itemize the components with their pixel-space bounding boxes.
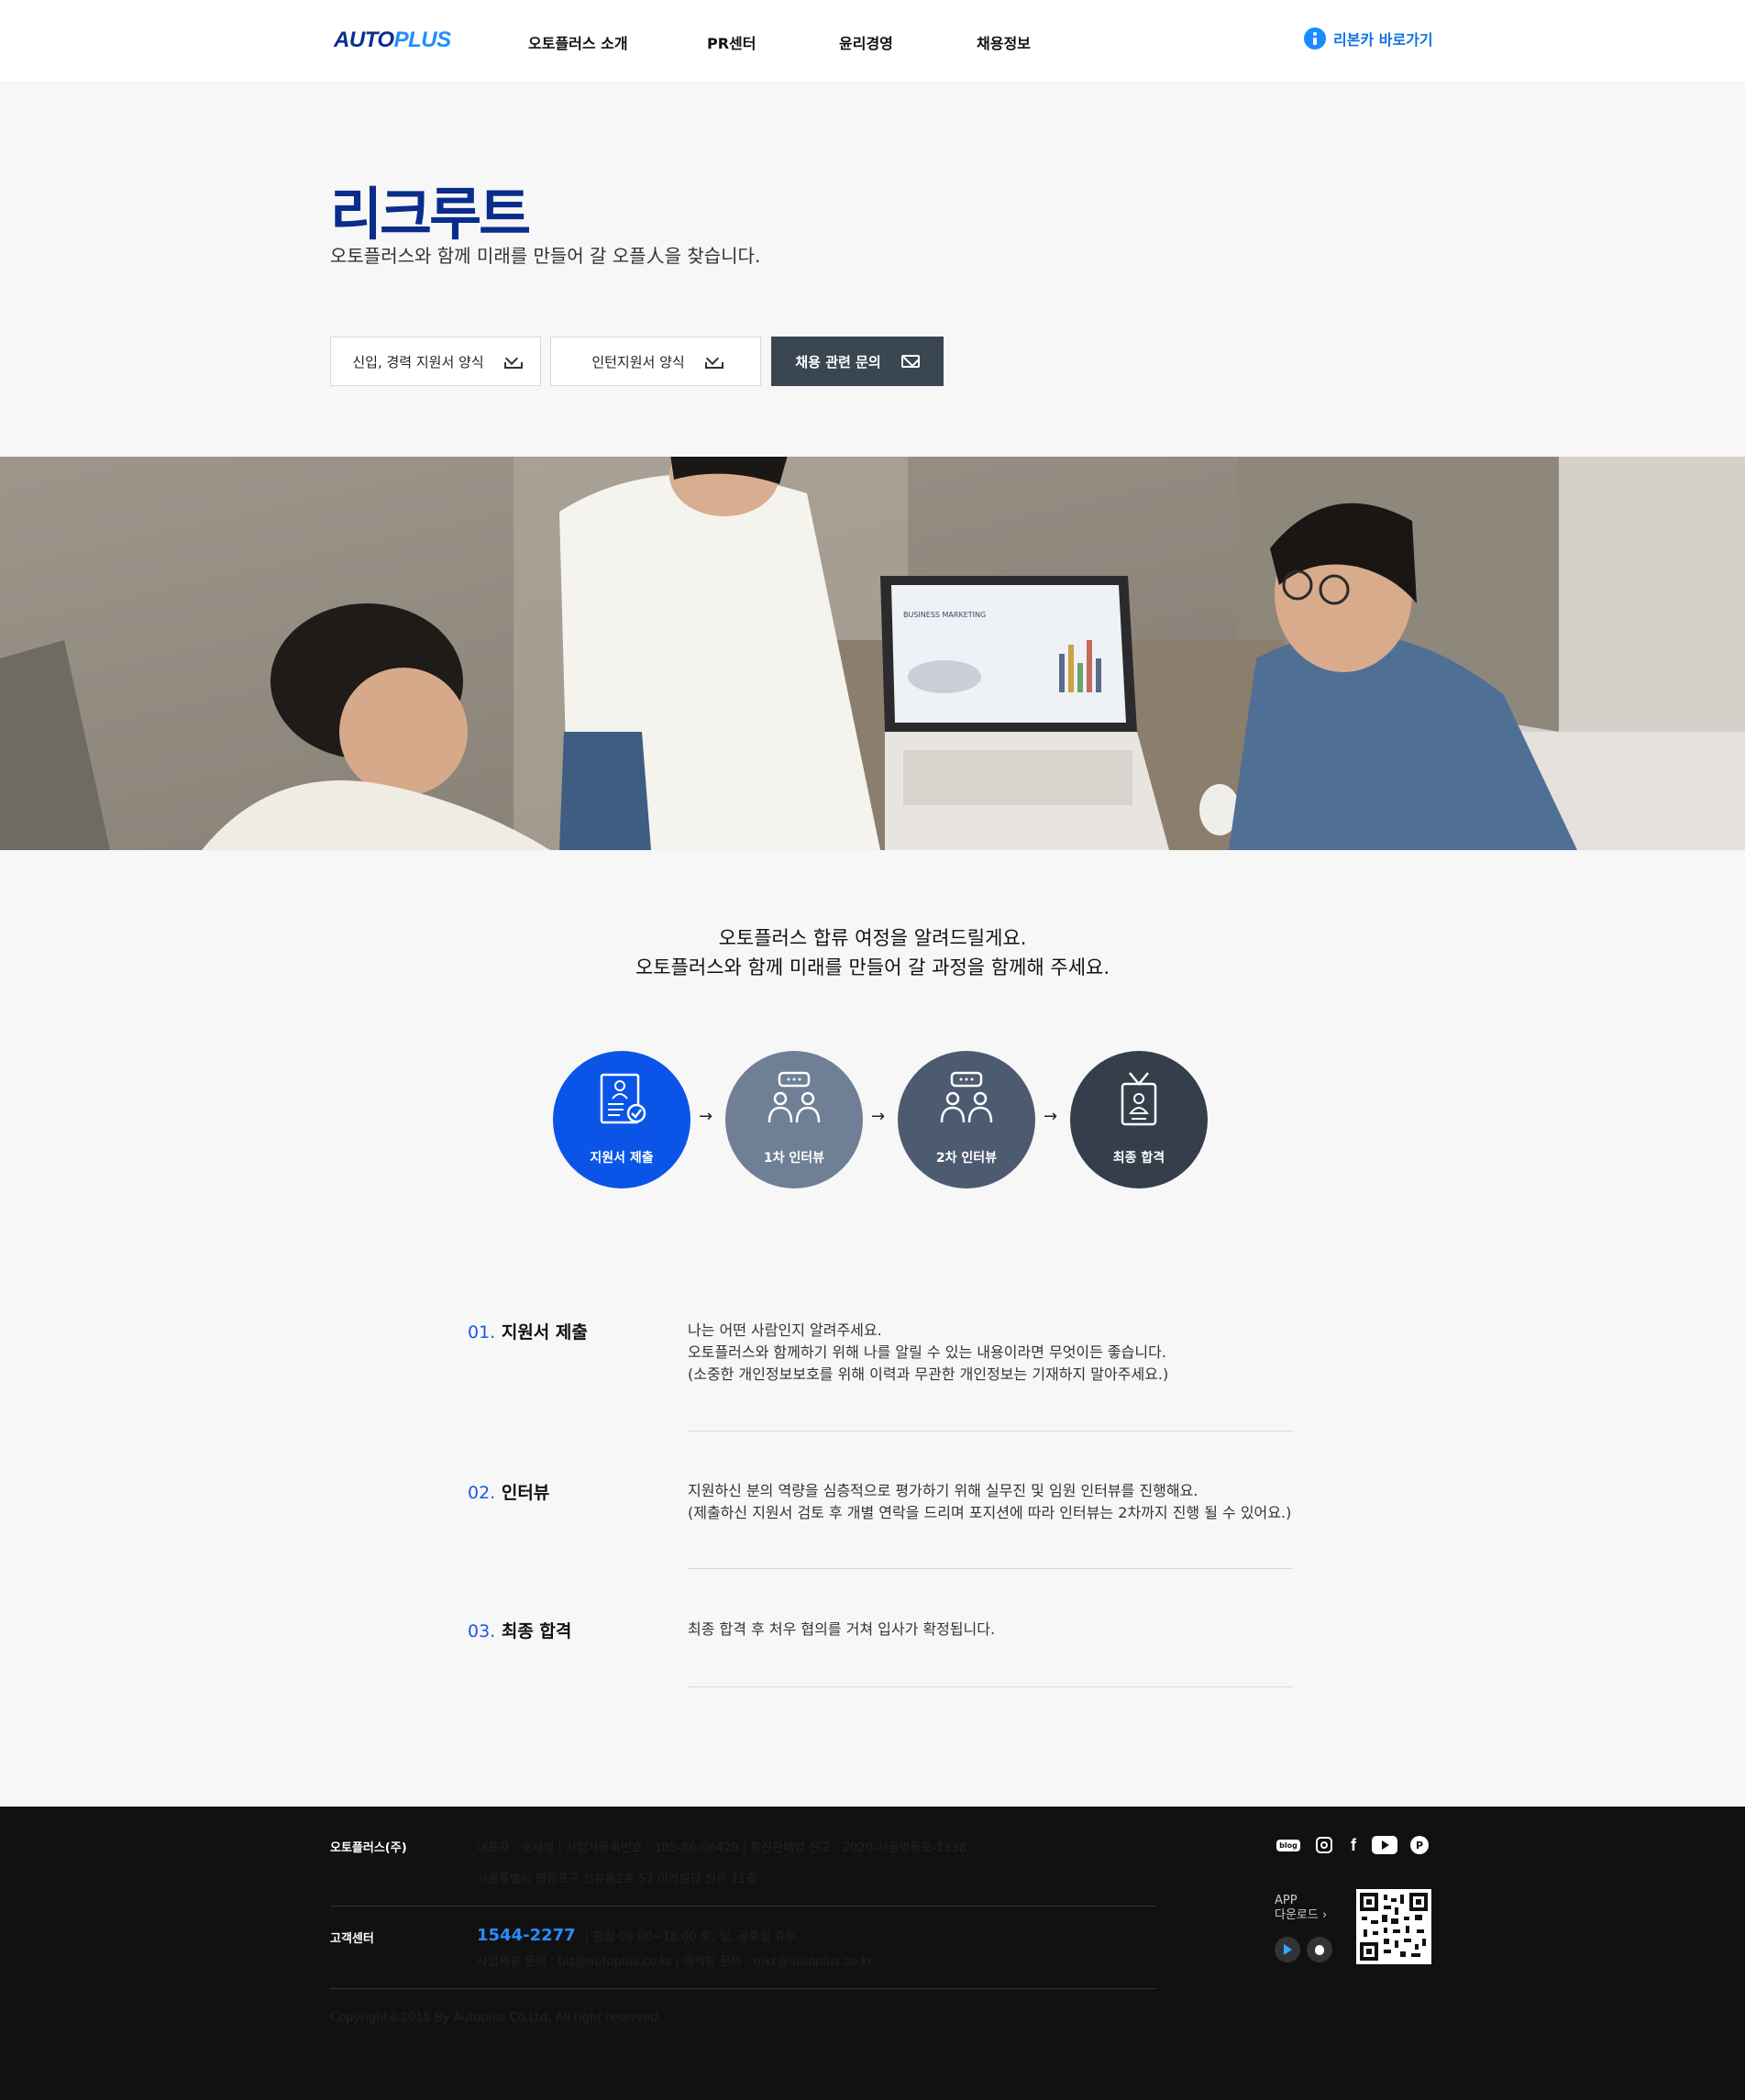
site-header: AUTOPLUS 오토플러스 소개 PR센터 윤리경영 채용정보 리본카 바로가… [0,0,1745,82]
page: AUTOPLUS 오토플러스 소개 PR센터 윤리경영 채용정보 리본카 바로가… [0,0,1745,2100]
apple-store-icon[interactable] [1307,1937,1332,1962]
interview-people-icon [940,1071,993,1123]
footer-address: 서울특별시 영등포구 선유동2로 57 이레빌딩 신관 11층 [477,1873,757,1886]
step-second-interview: 2차 인터뷰 [898,1051,1035,1188]
step-label: 2차 인터뷰 [935,1151,998,1166]
divider [688,1568,1293,1569]
footer-copyright: Copyright©2018 By Autoplus.Co.Ltd. All r… [330,2011,662,2025]
step-application: 지원서 제출 [553,1051,690,1188]
application-document-icon [600,1073,646,1124]
footer-contacts: 사업제휴 문의 : biz@autoplus.co.kr | 마케팅 문의 : … [477,1955,874,1969]
mail-icon [900,355,920,368]
autoplus-logo[interactable]: AUTOPLUS [334,28,451,53]
newcomer-form-label: 신입, 경력 지원서 양식 [352,353,484,370]
nav-item-pr[interactable]: PR센터 [707,31,757,53]
recruit-contact-label: 채용 관련 문의 [795,353,881,370]
page-subtitle: 오토플러스와 함께 미래를 만들어 갈 오플人을 찾습니다. [330,245,761,267]
nav-item-recruit[interactable]: 채용정보 [977,31,1031,53]
journey-intro-line1: 오토플러스 합류 여정을 알려드릴게요. [718,927,1027,949]
id-badge-icon [1121,1072,1157,1126]
nav-item-about[interactable]: 오토플러스 소개 [528,31,628,53]
divider [688,1686,1293,1687]
nav-item-ethics[interactable]: 윤리경영 [839,31,893,53]
footer-divider [330,1906,1155,1907]
reborn-car-label: 리본카 바로가기 [1333,31,1433,49]
detail-desc-03: 최종 합격 후 처우 협의를 거쳐 입사가 확정됩니다. [688,1620,996,1638]
step-label: 최종 합격 [1112,1151,1165,1166]
step-label: 1차 인터뷰 [763,1151,825,1166]
download-icon [503,354,523,369]
blog-icon[interactable]: blog [1276,1834,1300,1856]
footer-divider [330,1988,1155,1989]
intern-form-download-button[interactable]: 인턴지원서 양식 [550,337,761,386]
info-icon [1304,28,1326,50]
footer-company: 오토플러스(주) [330,1841,407,1855]
step-final-pass: 최종 합격 [1070,1051,1208,1188]
step-arrow: → [871,1107,886,1126]
detail-title-03: 03. 최종 합격 [468,1621,572,1641]
footer-cs-line: 1544-2277 | 평일 09:00~18:00 토, 일, 공휴일 휴무 [477,1926,797,1945]
detail-desc-02: 지원하신 분의 역량을 심층적으로 평가하기 위해 실무진 및 임원 인터뷰를 … [688,1482,1292,1521]
footer-company-info: 대표자 : 송재성 | 사업자등록번호 : 105-86-06429 | 통신판… [477,1841,966,1855]
interview-people-icon [768,1071,821,1123]
cs-hours: | 평일 09:00~18:00 토, 일, 공휴일 휴무 [584,1930,797,1944]
office-meeting-illustration: BUSINESS MARKETING [0,457,1745,850]
detail-title-01: 01. 지원서 제출 [468,1322,588,1343]
laptop-screen-text: BUSINESS MARKETING [903,611,986,619]
detail-title-02: 02. 인터뷰 [468,1483,550,1503]
google-play-icon[interactable] [1275,1937,1300,1962]
page-title: 리크루트 [330,181,531,248]
post-icon[interactable]: P [1408,1834,1430,1856]
newcomer-form-download-button[interactable]: 신입, 경력 지원서 양식 [330,337,541,386]
footer-cs-label: 고객센터 [330,1932,374,1946]
step-label: 지원서 제출 [590,1151,654,1166]
step-arrow: → [1044,1107,1058,1126]
recruit-contact-button[interactable]: 채용 관련 문의 [771,337,944,386]
facebook-icon[interactable]: f [1342,1834,1364,1856]
reborn-car-link[interactable]: 리본카 바로가기 [1304,28,1433,50]
step-first-interview: 1차 인터뷰 [725,1051,863,1188]
app-download-label[interactable]: APP 다운로드 › [1275,1894,1327,1923]
download-icon [704,354,723,369]
instagram-icon[interactable] [1313,1834,1335,1856]
step-arrow: → [699,1107,713,1126]
hero-photo: BUSINESS MARKETING [0,457,1745,850]
cs-phone[interactable]: 1544-2277 [477,1926,576,1945]
qr-code [1356,1889,1431,1964]
detail-desc-01: 나는 어떤 사람인지 알려주세요. 오토플러스와 함께하기 위해 나를 알릴 수… [688,1321,1169,1383]
qr-code-image [1360,1893,1428,1961]
journey-intro-line2: 오토플러스와 함께 미래를 만들어 갈 과정을 함께해 주세요. [635,956,1110,978]
youtube-icon[interactable] [1371,1834,1398,1856]
intern-form-label: 인턴지원서 양식 [591,353,685,370]
